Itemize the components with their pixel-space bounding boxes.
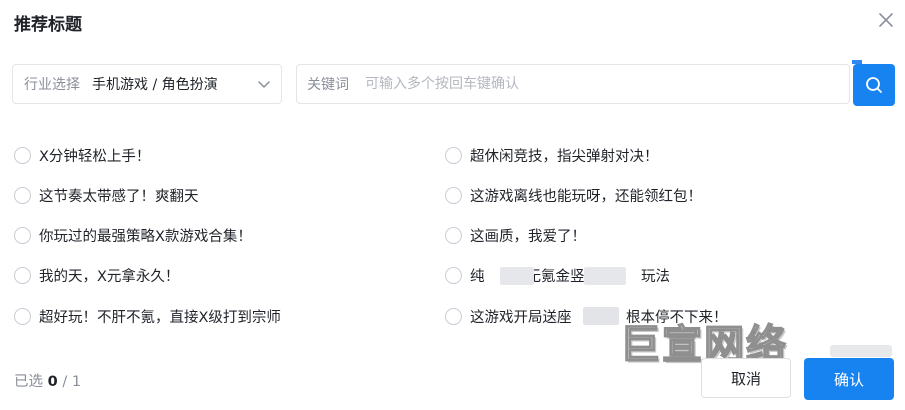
confirm-button[interactable]: 确认 [804, 358, 894, 400]
radio-button[interactable] [445, 266, 462, 284]
selection-separator: / [62, 374, 68, 390]
radio-button[interactable] [445, 146, 462, 164]
title-option[interactable]: 超休闲竞技，指尖弹射对决！ [445, 144, 659, 166]
title-option-text-part: 玩法 [641, 268, 670, 285]
keyword-input[interactable] [363, 75, 807, 93]
title-option-label: 我的天，X元拿永久！ [39, 268, 180, 285]
radio-button[interactable] [445, 307, 462, 325]
title-option-text-part: 纯 [470, 268, 485, 285]
search-icon [866, 77, 882, 93]
dialog-title: 推荐标题 [14, 15, 82, 35]
close-icon[interactable] [876, 10, 896, 30]
title-option-label: 超好玩！不肝不氪，直接X级打到宗师 [39, 309, 281, 326]
selection-max: 1 [71, 374, 82, 390]
title-option[interactable]: 这节奏太带感了！爽翻天 [14, 184, 199, 206]
radio-button[interactable] [14, 266, 31, 284]
chevron-down-icon [258, 81, 270, 88]
watermark-shadow [830, 345, 892, 357]
redacted-text [583, 307, 619, 325]
keyword-field[interactable]: 关键词 [296, 64, 850, 104]
radio-button[interactable] [14, 146, 31, 164]
redacted-text [584, 267, 626, 285]
search-button[interactable] [853, 64, 895, 106]
title-option[interactable]: 这画质，我爱了！ [445, 224, 586, 246]
radio-button[interactable] [14, 226, 31, 244]
title-option-label: 这游戏离线也能玩呀，还能领红包！ [470, 188, 702, 205]
selection-count: 0 [47, 374, 58, 390]
industry-select-value: 手机游戏 / 角色扮演 [92, 77, 218, 93]
keyword-label: 关键词 [307, 77, 349, 93]
radio-button[interactable] [14, 186, 31, 204]
title-option-label: 这画质，我爱了！ [470, 228, 586, 245]
radio-button[interactable] [445, 226, 462, 244]
radio-button[interactable] [445, 186, 462, 204]
title-option[interactable]: X分钟轻松上手！ [14, 144, 150, 166]
title-option-text-part: 。根本停不下来！ [611, 309, 728, 326]
title-option-label: 这节奏太带感了！爽翻天 [39, 188, 199, 205]
industry-select[interactable]: 行业选择 手机游戏 / 角色扮演 [12, 64, 282, 104]
title-option-text-part: 这游戏开局送座 [470, 309, 572, 326]
title-option-label: X分钟轻松上手！ [39, 148, 151, 165]
cancel-button[interactable]: 取消 [701, 358, 791, 398]
redacted-text [500, 267, 534, 285]
title-option[interactable]: 纯无氪金竖屏 玩法 [445, 264, 670, 286]
industry-select-label: 行业选择 [24, 77, 80, 93]
title-option[interactable]: 这游戏离线也能玩呀，还能领红包！ [445, 184, 702, 206]
title-option[interactable]: 你玩过的最强策略X款游戏合集！ [14, 224, 252, 246]
selection-counter-label: 已选 [14, 374, 43, 390]
title-option[interactable]: 超好玩！不肝不氪，直接X级打到宗师 [14, 305, 281, 327]
selection-counter: 已选 0 / 1 [14, 370, 81, 391]
radio-button[interactable] [14, 307, 31, 325]
title-option[interactable]: 我的天，X元拿永久！ [14, 264, 179, 286]
title-option-label: 超休闲竞技，指尖弹射对决！ [470, 148, 659, 165]
title-option-label: 你玩过的最强策略X款游戏合集！ [39, 228, 252, 245]
